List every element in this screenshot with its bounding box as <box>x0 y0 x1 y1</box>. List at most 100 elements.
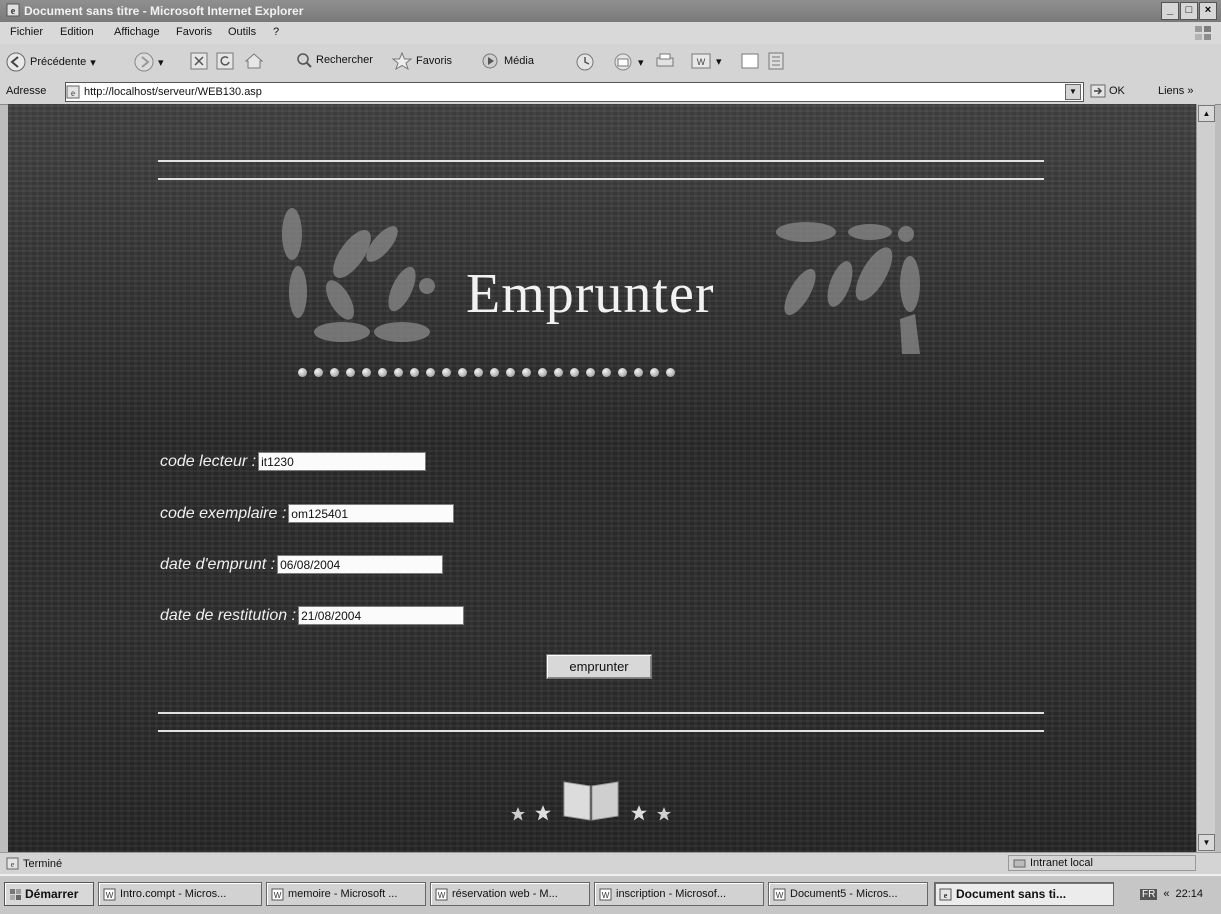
menu-favoris[interactable]: Favoris <box>176 26 212 38</box>
divider-dot <box>650 368 659 377</box>
date-emprunt-input[interactable] <box>277 555 444 574</box>
edit-dropdown-icon[interactable]: ▾ <box>716 55 722 68</box>
divider-dot <box>522 368 531 377</box>
start-button[interactable]: Démarrer <box>4 882 94 906</box>
task-label: Intro.compt - Micros... <box>120 888 227 900</box>
search-button[interactable]: Rechercher <box>296 52 373 68</box>
stop-icon[interactable] <box>190 52 208 70</box>
menu-outils[interactable]: Outils <box>228 26 256 38</box>
divider-dot <box>506 368 515 377</box>
menu-edition[interactable]: Edition <box>60 26 94 38</box>
print-icon[interactable] <box>654 52 676 70</box>
divider-dot <box>330 368 339 377</box>
divider-dot <box>490 368 499 377</box>
page-viewport: Emprunter code lecteur : code exemplaire… <box>8 104 1196 852</box>
windows-flag-icon <box>10 888 21 900</box>
task-document-sans-titre[interactable]: e Document sans ti... <box>934 882 1114 906</box>
emprunter-button[interactable]: emprunter <box>546 654 652 679</box>
task-label: réservation web - M... <box>452 888 558 900</box>
menu-fichier[interactable]: Fichier <box>10 26 43 38</box>
media-label: Média <box>504 55 534 67</box>
search-icon <box>297 53 312 68</box>
divider-dot <box>666 368 675 377</box>
status-text: Terminé <box>23 857 63 870</box>
divider-dot <box>474 368 483 377</box>
go-button[interactable]: OK <box>1090 84 1125 98</box>
task-memoire[interactable]: W memoire - Microsoft ... <box>266 882 426 906</box>
code-exemplaire-label: code exemplaire : <box>160 504 287 522</box>
edit-button[interactable]: W ▾ <box>690 52 722 70</box>
discuss-icon[interactable] <box>740 52 760 70</box>
address-url: http://localhost/serveur/WEB130.asp <box>84 86 262 98</box>
date-restitution-input[interactable] <box>298 606 465 625</box>
address-bar: Adresse e http://localhost/serveur/WEB13… <box>0 80 1221 105</box>
toolbar: Précédente ▾ ▾ Rechercher Favoris Média <box>0 44 1221 81</box>
open-book-icon <box>563 781 619 821</box>
divider-dot <box>410 368 419 377</box>
vertical-scrollbar[interactable]: ▲ ▼ <box>1196 104 1215 852</box>
dot-divider <box>298 368 675 377</box>
svg-text:W: W <box>697 57 706 67</box>
menu-affichage[interactable]: Affichage <box>114 26 160 38</box>
address-dropdown-icon[interactable]: ▼ <box>1065 84 1081 100</box>
bottom-rule-2 <box>158 730 1044 732</box>
media-icon <box>482 53 498 69</box>
windows-logo-icon <box>1195 26 1211 40</box>
word-doc-icon: W <box>103 888 116 900</box>
footer-ornament <box>510 778 672 822</box>
back-arrow-icon <box>6 52 26 72</box>
minimize-button[interactable]: _ <box>1161 2 1179 20</box>
svg-text:W: W <box>274 891 282 900</box>
task-inscription[interactable]: W inscription - Microsof... <box>594 882 764 906</box>
task-reservation-web[interactable]: W réservation web - M... <box>430 882 590 906</box>
forward-button[interactable]: ▾ <box>134 52 164 72</box>
address-input[interactable]: e http://localhost/serveur/WEB130.asp ▼ <box>65 82 1084 102</box>
star-icon <box>631 805 647 821</box>
divider-dot <box>618 368 627 377</box>
back-button[interactable]: Précédente ▾ <box>6 52 96 72</box>
zone-label: Intranet local <box>1030 857 1093 869</box>
favorites-button[interactable]: Favoris <box>392 52 452 70</box>
language-indicator[interactable]: FR <box>1140 888 1158 900</box>
history-icon[interactable] <box>574 52 596 72</box>
svg-text:W: W <box>106 891 114 900</box>
svg-text:e: e <box>11 6 16 17</box>
code-lecteur-input[interactable] <box>258 452 427 471</box>
star-icon <box>392 52 412 70</box>
mail-dropdown-icon[interactable]: ▾ <box>638 56 644 69</box>
bottom-rule-1 <box>158 712 1044 714</box>
tray-expand-icon[interactable]: « <box>1163 888 1169 900</box>
links-button[interactable]: Liens » <box>1158 85 1193 97</box>
home-icon[interactable] <box>244 52 264 70</box>
code-exemplaire-input[interactable] <box>288 504 455 523</box>
divider-dot <box>554 368 563 377</box>
svg-text:W: W <box>602 891 610 900</box>
taskbar: Démarrer W Intro.compt - Micros... W mem… <box>0 874 1221 914</box>
word-doc-icon: W <box>271 888 284 900</box>
back-dropdown-icon[interactable]: ▾ <box>90 56 96 69</box>
task-label: Document sans ti... <box>956 887 1067 901</box>
scroll-down-icon[interactable]: ▼ <box>1198 834 1215 851</box>
close-button[interactable]: × <box>1199 2 1217 20</box>
messenger-icon[interactable] <box>766 52 786 70</box>
status-bar: e Terminé Intranet local <box>0 852 1221 875</box>
address-label: Adresse <box>6 85 47 97</box>
media-button[interactable]: Média <box>480 52 534 70</box>
maximize-button[interactable]: □ <box>1180 2 1198 20</box>
task-document5[interactable]: W Document5 - Micros... <box>768 882 928 906</box>
star-icon <box>657 807 671 821</box>
task-intro-compt[interactable]: W Intro.compt - Micros... <box>98 882 262 906</box>
divider-dot <box>570 368 579 377</box>
star-icon <box>535 805 551 821</box>
task-label: memoire - Microsoft ... <box>288 888 398 900</box>
refresh-icon[interactable] <box>216 52 234 70</box>
forward-dropdown-icon[interactable]: ▾ <box>158 56 164 69</box>
form-row-code-exemplaire: code exemplaire : <box>160 504 455 523</box>
scroll-up-icon[interactable]: ▲ <box>1198 105 1215 122</box>
svg-text:e: e <box>11 860 15 869</box>
menu-bar: Fichier Edition Affichage Favoris Outils… <box>0 22 1221 45</box>
menu-help[interactable]: ? <box>273 26 279 38</box>
start-label: Démarrer <box>25 887 79 901</box>
divider-dot <box>634 368 643 377</box>
mail-button[interactable]: ▾ <box>612 52 644 72</box>
